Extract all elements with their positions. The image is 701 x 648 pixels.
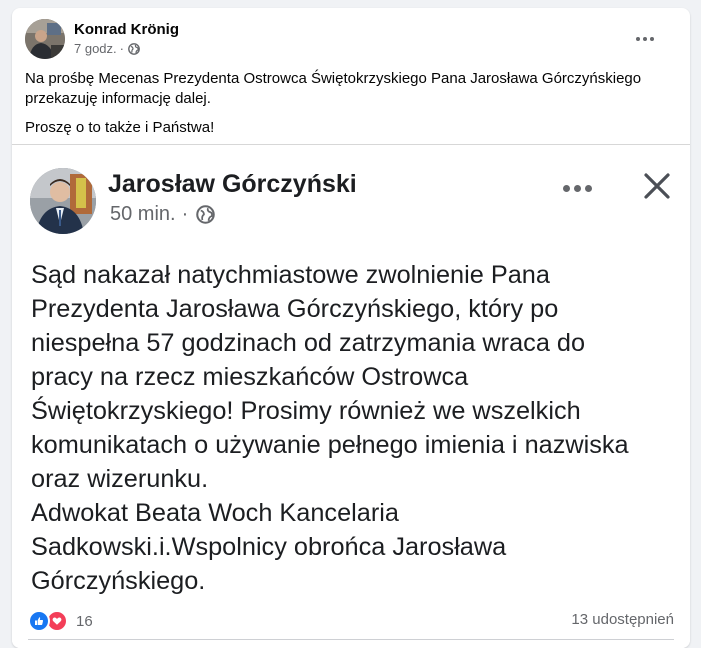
shared-meta-separator: · xyxy=(181,203,189,225)
shared-text-line: Świętokrzyskiego! Prosimy również we wsz… xyxy=(31,397,581,425)
shared-text-line: Sadkowski.i.Wspolnicy obrońca Jarosława xyxy=(31,533,507,561)
shared-author-avatar xyxy=(30,168,96,234)
shared-text-line: pracy na rzecz mieszkańców Ostrowca xyxy=(31,363,469,391)
post-text: Na prośbę Mecenas Prezydenta Ostrowca Św… xyxy=(25,69,665,147)
reaction-count: 16 xyxy=(76,612,93,630)
shared-text-line: Prezydenta Jarosława Górczyńskiego, któr… xyxy=(31,295,559,323)
shared-text-line: niespełna 57 godzinach od zatrzymania wr… xyxy=(31,329,586,357)
post-meta: 7 godz. · xyxy=(74,41,140,56)
shared-text-line: Adwokat Beata Woch Kancelaria xyxy=(31,499,399,527)
post-time[interactable]: 7 godz. xyxy=(74,41,117,56)
post-paragraph: Proszę o to także i Państwa! xyxy=(25,119,215,136)
shared-text-line: komunikatach o używanie pełnego imienia … xyxy=(31,431,629,459)
post-paragraph: Na prośbę Mecenas Prezydenta Ostrowca Św… xyxy=(25,70,642,107)
shared-more-options-icon xyxy=(563,185,592,192)
meta-separator: · xyxy=(119,41,124,56)
like-icon xyxy=(28,610,50,632)
reactions-summary[interactable]: 16 xyxy=(28,610,93,632)
shared-avatar-image xyxy=(30,168,96,234)
shared-author-name: Jarosław Górczyński xyxy=(108,170,357,198)
footer-divider xyxy=(28,639,674,640)
shared-post-time: 50 min. xyxy=(110,203,176,225)
shared-text-line: Sąd nakazał natychmiastowe zwolnienie Pa… xyxy=(31,261,550,289)
shared-post-meta: 50 min. · xyxy=(110,203,216,226)
more-options-icon[interactable] xyxy=(633,29,657,49)
post-header: Konrad Krönig 7 godz. · xyxy=(25,19,665,59)
shared-text-line: oraz wizerunku. xyxy=(31,465,209,493)
avatar-image xyxy=(25,19,65,59)
shared-screenshot[interactable]: Jarosław Górczyński 50 min. · Sąd nakaza… xyxy=(12,144,690,599)
shared-post-body: Sąd nakazał natychmiastowe zwolnienie Pa… xyxy=(31,258,681,598)
close-icon xyxy=(640,169,674,203)
share-count[interactable]: 13 udostępnień xyxy=(571,611,674,628)
shared-text-line: Górczyńskiego. xyxy=(31,567,206,595)
author-avatar[interactable] xyxy=(25,19,65,59)
shared-globe-icon xyxy=(196,205,216,224)
post-card: Konrad Krönig 7 godz. · Na prośbę Mecena… xyxy=(12,8,690,648)
globe-icon[interactable] xyxy=(128,42,140,55)
author-name[interactable]: Konrad Krönig xyxy=(74,21,179,38)
